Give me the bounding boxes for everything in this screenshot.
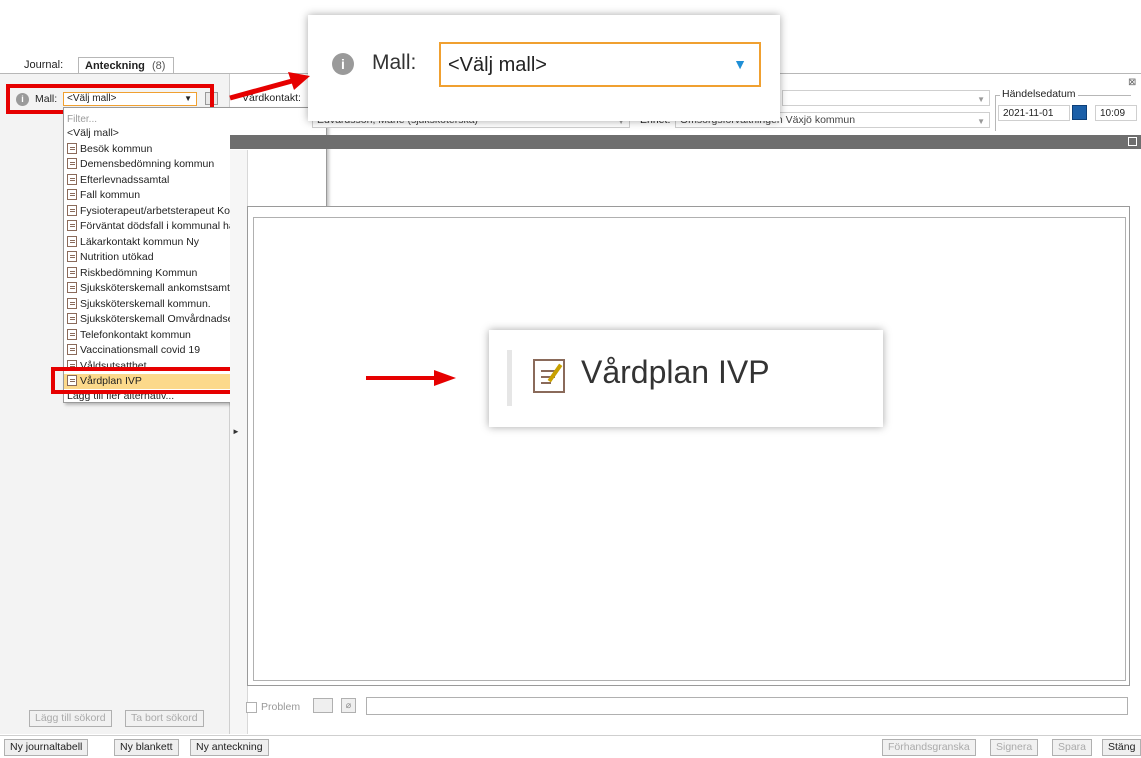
- template-icon: [67, 251, 77, 262]
- tab-anteckning-label: Anteckning: [85, 60, 145, 72]
- dropdown-item[interactable]: Efterlevnadssamtal: [67, 173, 169, 188]
- preview-button[interactable]: Förhandsgranska: [882, 739, 976, 756]
- dropdown-item[interactable]: Läkarkontakt kommun Ny: [67, 235, 199, 250]
- callout-mall-value: <Välj mall>: [448, 54, 547, 76]
- problem-label: Problem: [261, 701, 301, 713]
- sign-button[interactable]: Signera: [990, 739, 1039, 756]
- tab-anteckning[interactable]: Anteckning (8): [78, 57, 174, 74]
- new-note-button[interactable]: Ny anteckning: [190, 739, 269, 756]
- editor-titlebar: [230, 135, 1141, 149]
- calendar-icon[interactable]: [1072, 105, 1087, 120]
- comment-icon[interactable]: [313, 698, 333, 713]
- add-keyword-button[interactable]: Lägg till sökord: [29, 710, 112, 727]
- remove-keyword-button[interactable]: Ta bort sökord: [125, 710, 204, 727]
- template-icon: [67, 158, 77, 169]
- time-value: 10:09: [1100, 108, 1126, 119]
- template-icon: [67, 220, 77, 231]
- template-icon: [67, 205, 77, 216]
- collapse-strip: [230, 150, 248, 734]
- dropdown-item[interactable]: Telefonkontakt kommun: [67, 328, 191, 343]
- template-icon: [67, 313, 77, 324]
- close-icon[interactable]: ⊠: [1128, 77, 1136, 88]
- date-field[interactable]: 2021-11-01: [998, 105, 1070, 121]
- note-editor[interactable]: [253, 217, 1126, 681]
- template-icon: [67, 174, 77, 185]
- tab-anteckning-badge: (8): [151, 60, 166, 72]
- template-icon: [67, 236, 77, 247]
- close-button[interactable]: Stäng: [1102, 739, 1141, 756]
- callout-vardplan-label: Vårdplan IVP: [581, 354, 770, 390]
- arrow-icon: [229, 72, 310, 101]
- template-icon: [67, 344, 77, 355]
- dropdown-item[interactable]: Vaccinationsmall covid 19: [67, 343, 200, 358]
- template-icon-line: [541, 382, 551, 384]
- callout-edge: [507, 350, 512, 406]
- problem-input[interactable]: [366, 697, 1128, 715]
- dropdown-filter[interactable]: Filter...: [67, 114, 97, 125]
- zoom-callout-vardplan: Vårdplan IVP: [489, 330, 883, 427]
- chevron-down-icon: ▼: [733, 56, 747, 72]
- arrow-icon: [366, 370, 456, 386]
- dropdown-item[interactable]: <Välj mall>: [67, 126, 119, 141]
- new-journal-table-button[interactable]: Ny journaltabell: [4, 739, 89, 756]
- template-icon: [67, 143, 77, 154]
- callout-mall-select: <Välj mall> ▼: [439, 42, 761, 87]
- problem-checkbox[interactable]: [246, 702, 257, 713]
- dropdown-item[interactable]: Fall kommun: [67, 188, 140, 203]
- template-icon: [67, 267, 77, 278]
- dropdown-item[interactable]: Sjuksköterskemall kommun.: [67, 297, 211, 312]
- info-icon: i: [332, 53, 354, 75]
- chevron-down-icon: ▼: [977, 117, 985, 126]
- dropdown-item[interactable]: Nutrition utökad: [67, 250, 154, 265]
- zoom-callout-mall: i Mall: <Välj mall> ▼: [308, 15, 780, 121]
- attachment-icon[interactable]: ⌀: [341, 698, 356, 713]
- dropdown-item[interactable]: Demensbedömning kommun: [67, 157, 214, 172]
- template-icon: [533, 359, 565, 393]
- footer-divider: [0, 735, 1141, 736]
- time-field[interactable]: 10:09: [1095, 105, 1137, 121]
- save-button[interactable]: Spara: [1052, 739, 1093, 756]
- handelsedatum-label: Händelsedatum: [1000, 88, 1078, 100]
- vardkontakt-top-combo[interactable]: ▼: [782, 90, 990, 106]
- date-value: 2021-11-01: [1003, 108, 1054, 119]
- callout-mall-label: Mall:: [372, 51, 417, 74]
- template-icon: [67, 329, 77, 340]
- chevron-down-icon: ▼: [977, 95, 985, 104]
- dropdown-item[interactable]: Besök kommun: [67, 142, 152, 157]
- expand-arrow-icon[interactable]: ►: [232, 427, 240, 436]
- template-icon: [67, 298, 77, 309]
- tab-journal[interactable]: Journal:: [18, 57, 72, 74]
- new-form-button[interactable]: Ny blankett: [114, 739, 179, 756]
- maximize-icon[interactable]: [1128, 137, 1137, 146]
- pencil-icon: [547, 363, 563, 383]
- dropdown-item[interactable]: Riskbedömning Kommun: [67, 266, 197, 281]
- template-icon: [67, 189, 77, 200]
- template-icon: [67, 282, 77, 293]
